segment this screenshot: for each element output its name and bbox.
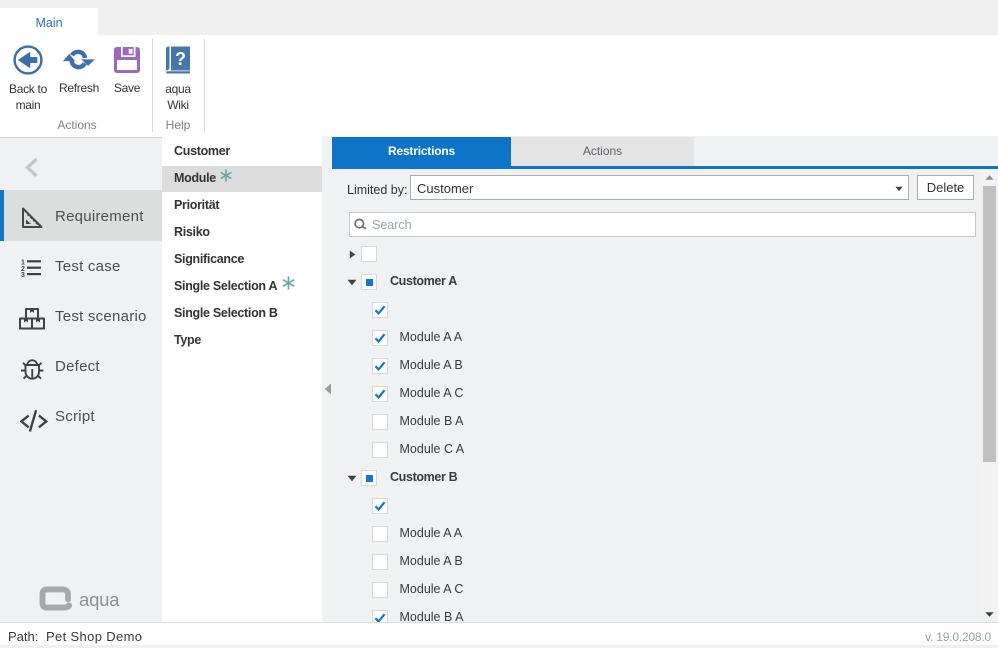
svg-text:?: ?	[175, 49, 186, 69]
svg-text:3: 3	[21, 272, 25, 277]
